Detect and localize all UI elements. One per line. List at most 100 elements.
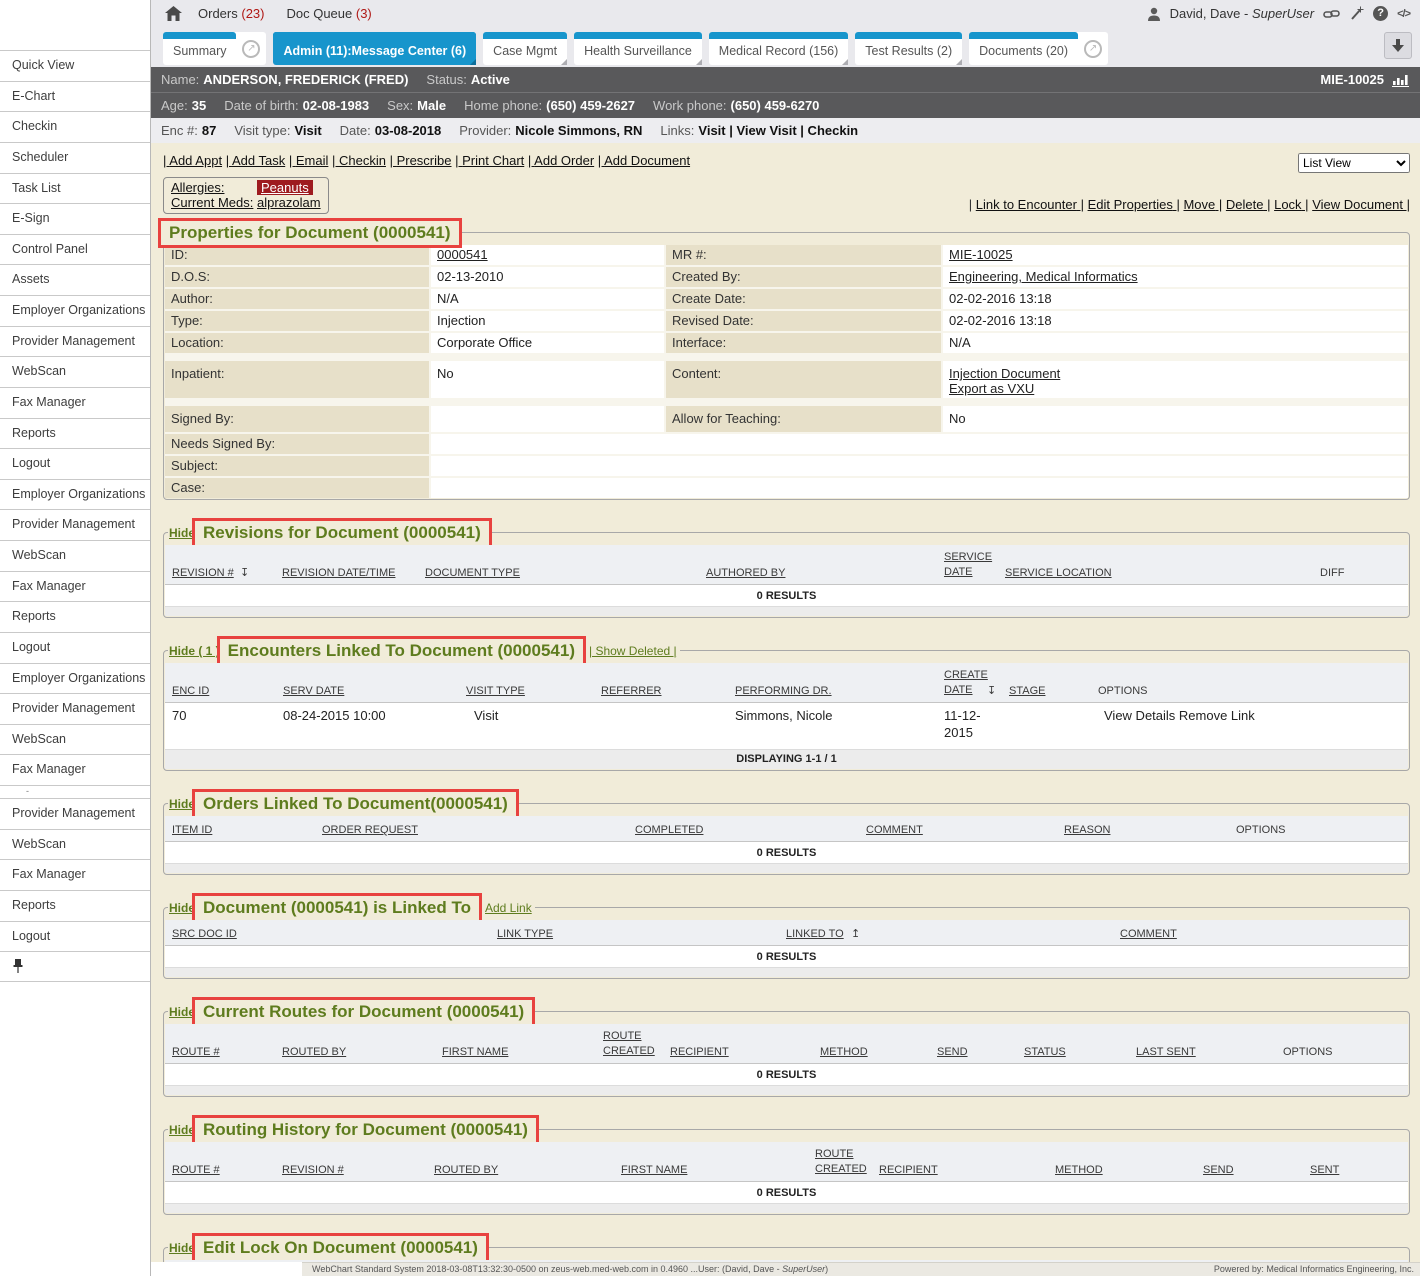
sidebar-item-e-chart[interactable]: E-Chart [0,82,150,113]
col-linked-to[interactable]: LINKED TO [786,928,844,940]
sidebar-pin-toggle[interactable] [0,952,150,982]
sidebar-item-e-sign[interactable]: E-Sign [0,204,150,235]
col-first-name[interactable]: FIRST NAME [621,1164,687,1176]
edit-properties-link[interactable]: Edit Properties [1088,197,1180,212]
wand-icon[interactable] [1349,6,1364,21]
print-chart-link[interactable]: Print Chart [455,153,524,168]
view-document-link[interactable]: View Document [1312,197,1410,212]
tab-medical-record[interactable]: Medical Record (156) [709,32,849,65]
col-completed[interactable]: COMPLETED [635,824,703,836]
help-icon[interactable]: ? [1373,6,1388,21]
col-performing-dr[interactable]: PERFORMING DR. [735,685,832,697]
sidebar-item-task-list[interactable]: Task List [0,174,150,205]
col-status[interactable]: STATUS [1024,1046,1066,1058]
tab-health-surveillance[interactable]: Health Surveillance [574,32,702,65]
encounter-row[interactable]: 70 08-24-2015 10:00 Visit Simmons, Nicol… [165,703,1408,749]
sidebar-item-reports[interactable]: Reports [0,891,150,922]
encounter-options-links[interactable]: View Details Remove Link [1104,708,1255,723]
col-first-name[interactable]: FIRST NAME [442,1046,508,1058]
sidebar-item-logout[interactable]: Logout [0,922,150,953]
sidebar-item-fax-manager[interactable]: Fax Manager [0,860,150,891]
col-routed-by[interactable]: ROUTED BY [434,1164,498,1176]
add-link-link[interactable]: Add Link [485,901,532,915]
col-route-num[interactable]: ROUTE # [172,1046,220,1058]
mr-number-link[interactable]: MIE-10025 [949,247,1013,262]
lock-link[interactable]: Lock [1274,197,1308,212]
current-user[interactable]: David, Dave - SuperUser [1170,6,1315,21]
sort-desc-icon[interactable]: ↧ [240,566,249,579]
delete-link[interactable]: Delete [1226,197,1271,212]
sidebar-item-logout[interactable]: Logout [0,633,150,664]
email-link[interactable]: Email [289,153,329,168]
orders-link[interactable]: Orders (23) [198,6,264,21]
col-comment[interactable]: COMMENT [1120,928,1177,940]
sidebar-item-reports[interactable]: Reports [0,602,150,633]
allergy-peanuts-link[interactable]: Peanuts [257,180,313,195]
sidebar-item-quick-view[interactable]: Quick View [0,51,150,82]
col-sent[interactable]: SENT [1310,1164,1339,1176]
sort-desc-icon[interactable]: ↧ [987,684,996,697]
sidebar-item-webscan[interactable]: WebScan [0,541,150,572]
col-item-id[interactable]: ITEM ID [172,824,212,836]
col-recipient[interactable]: RECIPIENT [670,1046,729,1058]
sidebar-item-webscan[interactable]: WebScan [0,725,150,756]
sidebar-item-checkin[interactable]: Checkin [0,112,150,143]
chart-stats-icon[interactable] [1392,73,1410,87]
add-document-link[interactable]: Add Document [598,153,690,168]
link-to-encounter-link[interactable]: Link to Encounter [976,197,1084,212]
allergies-link[interactable]: Allergies: [171,180,257,195]
sidebar-item-fax-manager[interactable]: Fax Manager [0,755,150,786]
col-service-location[interactable]: SERVICE LOCATION [1005,567,1112,579]
summary-popout-button[interactable]: ↗ [236,32,266,65]
col-recipient[interactable]: RECIPIENT [879,1164,938,1176]
sidebar-item-webscan[interactable]: WebScan [0,830,150,861]
prescribe-link[interactable]: Prescribe [390,153,452,168]
tab-test-results[interactable]: Test Results (2) [855,32,962,65]
tab-admin-message-center[interactable]: Admin (11):Message Center (6) [273,32,476,65]
col-stage[interactable]: STAGE [1009,685,1045,697]
col-document-type[interactable]: DOCUMENT TYPE [425,567,520,579]
col-route-created[interactable]: ROUTE CREATED [815,1147,871,1176]
move-link[interactable]: Move [1183,197,1222,212]
sidebar-item-provider-management[interactable]: Provider Management [0,694,150,725]
col-routed-by[interactable]: ROUTED BY [282,1046,346,1058]
med-alprazolam-link[interactable]: alprazolam [257,195,321,210]
collapse-tabs-button[interactable] [1384,32,1412,59]
col-comment[interactable]: COMMENT [866,824,923,836]
col-authored-by[interactable]: AUTHORED BY [706,567,785,579]
tab-summary[interactable]: Summary ↗ [163,32,266,65]
link-chain-icon[interactable] [1323,7,1340,21]
current-meds-link[interactable]: Current Meds: [171,195,253,210]
created-by-link[interactable]: Engineering, Medical Informatics [949,269,1138,284]
sort-asc-icon[interactable]: ↥ [851,927,860,940]
add-appt-link[interactable]: Add Appt [163,153,222,168]
sidebar-item-webscan[interactable]: WebScan [0,357,150,388]
col-last-sent[interactable]: LAST SENT [1136,1046,1196,1058]
view-mode-select[interactable]: List View [1298,153,1410,173]
col-serv-date[interactable]: SERV DATE [283,685,344,697]
hide-encounters-link[interactable]: Hide ( 1 ) [168,642,221,660]
col-revision-num[interactable]: REVISION # [172,567,234,579]
tab-documents[interactable]: Documents (20) ↗ [969,32,1108,65]
col-order-request[interactable]: ORDER REQUEST [322,824,418,836]
col-revision-num[interactable]: REVISION # [282,1164,344,1176]
add-task-link[interactable]: Add Task [226,153,286,168]
checkin-link[interactable]: Checkin [332,153,386,168]
col-method[interactable]: METHOD [1055,1164,1103,1176]
encounter-links[interactable]: Visit | View Visit | Checkin [698,123,858,138]
col-route-created[interactable]: ROUTE CREATED [603,1029,659,1058]
sidebar-item-employer-organizations[interactable]: Employer Organizations [0,480,150,511]
col-src-doc-id[interactable]: SRC DOC ID [172,928,237,940]
documents-popout-button[interactable]: ↗ [1078,32,1108,65]
col-send[interactable]: SEND [937,1046,968,1058]
col-send[interactable]: SEND [1203,1164,1234,1176]
sidebar-item-assets[interactable]: Assets [0,265,150,296]
col-revision-datetime[interactable]: REVISION DATE/TIME [282,567,395,579]
col-method[interactable]: METHOD [820,1046,868,1058]
sidebar-item-provider-management[interactable]: Provider Management [0,799,150,830]
col-service-date[interactable]: SERVICE DATE [944,550,1000,579]
col-route-num[interactable]: ROUTE # [172,1164,220,1176]
sidebar-item-reports[interactable]: Reports [0,419,150,450]
injection-document-link[interactable]: Injection Document [949,366,1060,381]
sidebar-item-employer-organizations[interactable]: Employer Organizations [0,664,150,695]
